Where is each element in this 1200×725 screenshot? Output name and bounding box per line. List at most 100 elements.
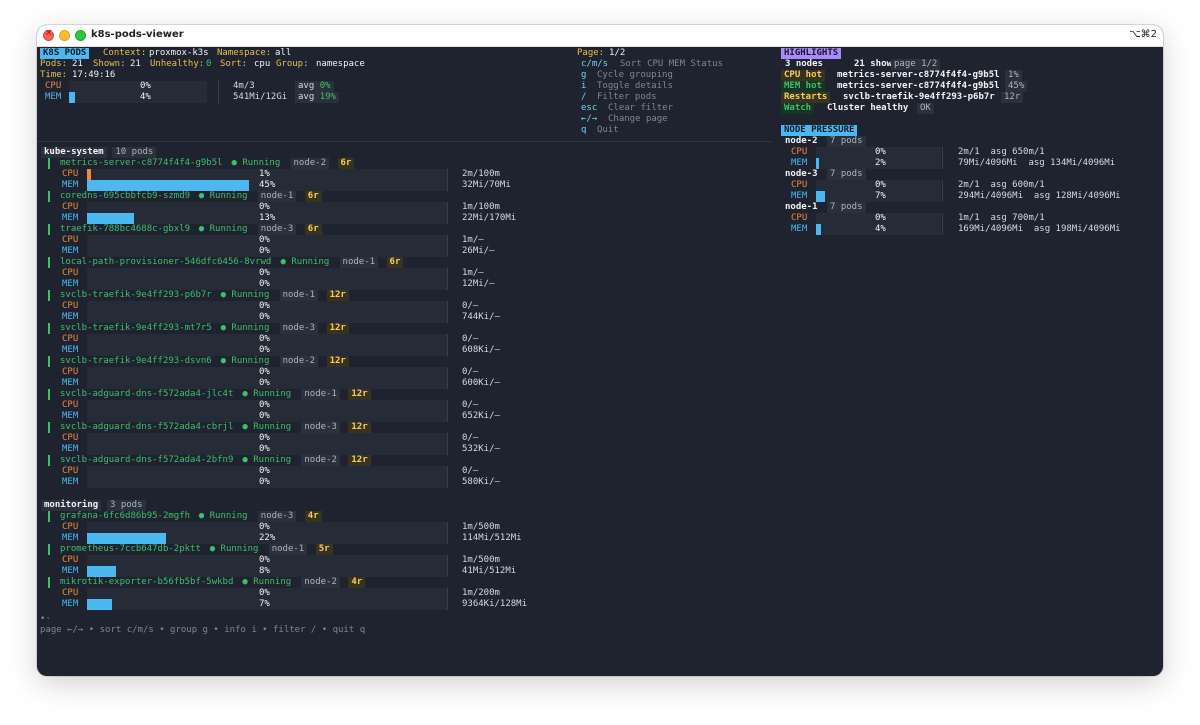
pod-status: ● Running <box>209 544 259 554</box>
pod-cpu-label: CPU <box>62 334 79 344</box>
pod-mem-usage: 22Mi/170Mi <box>462 213 517 223</box>
pod-row[interactable]: svclb-adguard-dns-f572ada4-jlc4t ● Runnin… <box>37 389 777 422</box>
pod-mem-label: MEM <box>62 180 79 190</box>
pod-cpu-usage: 0/– <box>462 301 479 311</box>
node-pods-0: 7 pods <box>827 136 866 147</box>
time-value: 17:49:16 <box>72 70 116 80</box>
pod-name[interactable]: svclb-traefik-9e4ff293-dsvn6 <box>60 356 212 367</box>
sort-value: cpu <box>254 59 271 69</box>
node-mem-pct-2: 4% <box>875 224 886 234</box>
pod-cpu-usage: 0/– <box>462 367 479 377</box>
pod-mem-bar-fill <box>87 566 116 577</box>
pod-row[interactable]: mikrotik-exporter-b56fb5bf-5wkbd ● Runnin… <box>37 577 777 610</box>
node-mem-usage-2: 169Mi/4096Mi asg 198Mi/4096Mi <box>958 224 1121 234</box>
pod-name[interactable]: traefik-788bc4688c-gbxl9 <box>60 224 190 235</box>
node-name-0: node-2 <box>785 136 818 146</box>
shown-value: 21 <box>130 59 141 69</box>
pod-cpu-usage: 1m/200m <box>462 588 500 598</box>
pod-sep <box>447 235 448 257</box>
pod-row[interactable]: svclb-adguard-dns-f572ada4-2bfn9 ● Runnin… <box>37 455 777 488</box>
pod-mem-label: MEM <box>62 378 79 388</box>
pod-cpu-usage: 2m/100m <box>462 169 500 179</box>
pod-mem-usage: 608Ki/– <box>462 345 500 355</box>
pod-status: ● Running <box>220 323 270 333</box>
node-mem-usage-1: 294Mi/4096Mi asg 128Mi/4096Mi <box>958 191 1121 201</box>
pod-name[interactable]: grafana-6fc6d86b95-2mgfh <box>60 511 190 522</box>
pods-label: Pods: <box>40 59 68 69</box>
pod-mem-label: MEM <box>62 213 79 223</box>
pod-sep <box>447 588 448 610</box>
pod-name[interactable]: metrics-server-c8774f4f4-g9b5l <box>60 158 223 169</box>
pod-status-marker <box>48 191 50 202</box>
node-sep-1 <box>942 180 943 202</box>
node-mem-bar-2-fill <box>816 224 821 235</box>
pod-name[interactable]: svclb-adguard-dns-f572ada4-2bfn9 <box>60 455 233 466</box>
node-cpu-usage-0: 2m/1 asg 650m/1 <box>958 147 1045 157</box>
pod-cpu-label: CPU <box>62 588 79 598</box>
highlight-value-3: OK <box>917 103 934 114</box>
pod-mem-pct: 0% <box>259 312 270 322</box>
pod-mem-usage: 114Mi/512Mi <box>462 533 522 543</box>
pod-name[interactable]: prometheus-7ccb647db-2pktt <box>60 544 201 555</box>
pod-row[interactable]: prometheus-7ccb647db-2pktt ● Running node-… <box>37 544 777 577</box>
pod-row[interactable]: svclb-adguard-dns-f572ada4-cbrjl ● Runnin… <box>37 422 777 455</box>
cpu-summary-usage: 4m/3 <box>233 81 255 91</box>
pod-row[interactable]: svclb-traefik-9e4ff293-dsvn6 ● Running nod… <box>37 356 777 389</box>
node-mem-pct-1: 7% <box>875 191 886 201</box>
pod-name[interactable]: coredns-695cbbfcb9-szmd9 <box>60 191 190 202</box>
app-badge: K8S PODS <box>40 48 90 59</box>
pod-name[interactable]: svclb-adguard-dns-f572ada4-jlc4t <box>60 389 233 400</box>
minimize-window-button[interactable] <box>59 30 70 41</box>
pod-mem-pct: 8% <box>259 566 270 576</box>
pod-status-marker <box>48 158 50 169</box>
pod-cpu-usage: 1m/– <box>462 235 484 245</box>
highlight-label-2: Restarts <box>781 92 831 103</box>
highlight-value-0: 1% <box>1005 70 1022 81</box>
pod-row[interactable]: svclb-traefik-9e4ff293-p6b7r ● Running nod… <box>37 290 777 323</box>
pod-cpu-pct: 0% <box>259 202 270 212</box>
pod-cpu-usage: 1m/– <box>462 268 484 278</box>
mem-summary-avg-value: 19% <box>319 92 336 102</box>
node-mem-bar-0-fill <box>816 158 819 169</box>
pod-row[interactable]: grafana-6fc6d86b95-2mgfh ● Running node-3 4… <box>37 511 777 544</box>
pod-node: node-1 <box>268 544 308 555</box>
pod-name[interactable]: svclb-adguard-dns-f572ada4-cbrjl <box>60 422 233 433</box>
pod-status: ● Running <box>242 422 292 432</box>
node-mem-pct-0: 2% <box>875 158 886 168</box>
highlights-nodes: 3 nodes <box>785 59 823 69</box>
pod-cpu-usage: 0/– <box>462 334 479 344</box>
pod-row[interactable]: svclb-traefik-9e4ff293-mt7r5 ● Running nod… <box>37 323 777 356</box>
pod-name[interactable]: svclb-traefik-9e4ff293-mt7r5 <box>60 323 212 334</box>
pod-sep <box>447 202 448 224</box>
highlight-value-2: 12r <box>1001 92 1024 103</box>
pod-cpu-label: CPU <box>62 169 79 179</box>
zoom-window-button[interactable] <box>75 30 86 41</box>
close-window-button[interactable]: × <box>43 28 54 41</box>
pod-row[interactable]: metrics-server-c8774f4f4-g9b5l ● Running n… <box>37 158 777 191</box>
highlight-label-3: Watch <box>781 103 815 114</box>
pod-cpu-label: CPU <box>62 202 79 212</box>
pod-row[interactable]: local-path-provisioner-546dfc6456-8vrwd ●… <box>37 257 777 290</box>
mem-summary-avg-label: avg <box>298 92 315 102</box>
pod-status-marker <box>48 290 50 301</box>
footer-hints: page ←/→ • sort c/m/s • group g • info i… <box>40 625 366 635</box>
node-mem-label-1: MEM <box>791 191 808 201</box>
pod-restarts: 6r <box>304 224 322 235</box>
pod-mem-usage: 32Mi/70Mi <box>462 180 511 190</box>
window-shortcut: ⌥⌘2 <box>1129 29 1157 40</box>
cpu-summary-avg-value: 0% <box>319 81 331 91</box>
pod-restarts: 6r <box>386 257 404 268</box>
highlight-name-1: metrics-server-c8774f4f4-g9b5l <box>837 81 1000 91</box>
terminal-window: × k8s-pods-viewer ⌥⌘2 K8S PODS Context: … <box>37 25 1163 676</box>
pod-node: node-1 <box>339 257 379 268</box>
pod-name[interactable]: svclb-traefik-9e4ff293-p6b7r <box>60 290 212 301</box>
pods-value: 21 <box>72 59 83 69</box>
pod-node: node-3 <box>257 511 297 522</box>
pod-name[interactable]: local-path-provisioner-546dfc6456-8vrwd <box>60 257 271 268</box>
node-mem-bar-1-fill <box>816 191 825 202</box>
pod-mem-usage: 580Ki/– <box>462 477 500 487</box>
pod-name[interactable]: mikrotik-exporter-b56fb5bf-5wkbd <box>60 577 233 588</box>
pod-row[interactable]: traefik-788bc4688c-gbxl9 ● Running node-3 6… <box>37 224 777 257</box>
pod-row[interactable]: coredns-695cbbfcb9-szmd9 ● Running node-1 6… <box>37 191 777 224</box>
terminal-content: K8S PODS Context: proxmox-k3s Namespace:… <box>37 46 1163 676</box>
